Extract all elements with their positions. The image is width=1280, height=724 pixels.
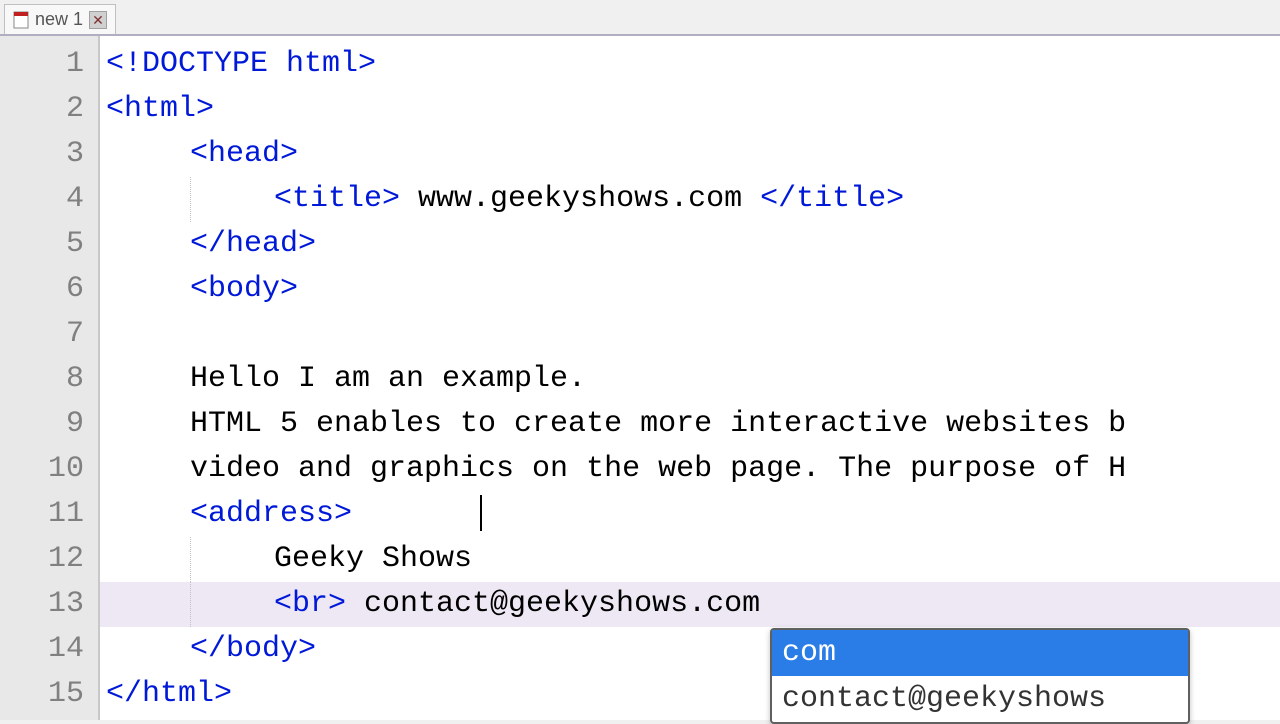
close-icon[interactable]: ✕ bbox=[89, 11, 107, 29]
line-number: 2 bbox=[0, 87, 98, 132]
tab-label: new 1 bbox=[35, 9, 83, 30]
text-cursor bbox=[480, 495, 482, 531]
line-number: 5 bbox=[0, 222, 98, 267]
code-area[interactable]: <!DOCTYPE html> <html> <head> <title> www.g… bbox=[100, 36, 1280, 720]
code-tag: <head> bbox=[190, 137, 298, 171]
code-line[interactable]: Geeky Shows bbox=[100, 537, 1280, 582]
line-number: 12 bbox=[0, 537, 98, 582]
autocomplete-item[interactable]: com bbox=[772, 630, 1188, 676]
line-number: 4 bbox=[0, 177, 98, 222]
autocomplete-item[interactable]: contact@geekyshows bbox=[772, 676, 1188, 722]
code-line[interactable]: </head> bbox=[100, 222, 1280, 267]
code-text: Geeky Shows bbox=[274, 542, 472, 576]
code-tag: <!DOCTYPE bbox=[106, 47, 268, 81]
code-line[interactable]: <address> bbox=[100, 492, 1280, 537]
code-line[interactable]: <br> contact@geekyshows.com bbox=[100, 582, 1280, 627]
code-line[interactable]: <html> bbox=[100, 87, 1280, 132]
code-line[interactable]: <title> www.geekyshows.com </title> bbox=[100, 177, 1280, 222]
code-tag: html> bbox=[286, 47, 376, 81]
line-number: 14 bbox=[0, 627, 98, 672]
tab-bar: new 1 ✕ bbox=[0, 0, 1280, 36]
line-number: 7 bbox=[0, 312, 98, 357]
code-line[interactable]: Hello I am an example. bbox=[100, 357, 1280, 402]
code-line[interactable]: video and graphics on the web page. The … bbox=[100, 447, 1280, 492]
code-tag: <br> bbox=[274, 587, 346, 621]
code-line[interactable]: HTML 5 enables to create more interactiv… bbox=[100, 402, 1280, 447]
file-icon bbox=[13, 11, 29, 29]
code-text: video and graphics on the web page. The … bbox=[190, 452, 1126, 486]
line-number: 8 bbox=[0, 357, 98, 402]
tab-new-1[interactable]: new 1 ✕ bbox=[4, 4, 116, 34]
line-number: 6 bbox=[0, 267, 98, 312]
code-tag: </head> bbox=[190, 227, 316, 261]
code-tag: <title> bbox=[274, 182, 400, 216]
code-text: HTML 5 enables to create more interactiv… bbox=[190, 407, 1126, 441]
code-tag: </html> bbox=[106, 677, 232, 711]
code-text: contact@geekyshows.com bbox=[346, 587, 760, 621]
code-tag: <html> bbox=[106, 92, 214, 126]
line-number: 9 bbox=[0, 402, 98, 447]
line-number: 1 bbox=[0, 42, 98, 87]
code-tag: <body> bbox=[190, 272, 298, 306]
code-line[interactable]: <body> bbox=[100, 267, 1280, 312]
code-line[interactable]: <!DOCTYPE html> bbox=[100, 42, 1280, 87]
code-tag: </body> bbox=[190, 632, 316, 666]
line-number: 3 bbox=[0, 132, 98, 177]
code-text bbox=[268, 47, 286, 81]
line-number: 13 bbox=[0, 582, 98, 627]
line-number: 15 bbox=[0, 672, 98, 717]
code-tag: </title> bbox=[760, 182, 904, 216]
line-number-gutter: 123456789101112131415 bbox=[0, 36, 100, 720]
autocomplete-popup[interactable]: comcontact@geekyshows bbox=[770, 628, 1190, 724]
editor: 123456789101112131415 <!DOCTYPE html><ht… bbox=[0, 36, 1280, 720]
code-text: Hello I am an example. bbox=[190, 362, 586, 396]
line-number: 11 bbox=[0, 492, 98, 537]
code-text: www.geekyshows.com bbox=[400, 182, 760, 216]
code-line[interactable]: <head> bbox=[100, 132, 1280, 177]
line-number: 10 bbox=[0, 447, 98, 492]
code-tag: <address> bbox=[190, 497, 352, 531]
code-line[interactable] bbox=[100, 312, 1280, 357]
